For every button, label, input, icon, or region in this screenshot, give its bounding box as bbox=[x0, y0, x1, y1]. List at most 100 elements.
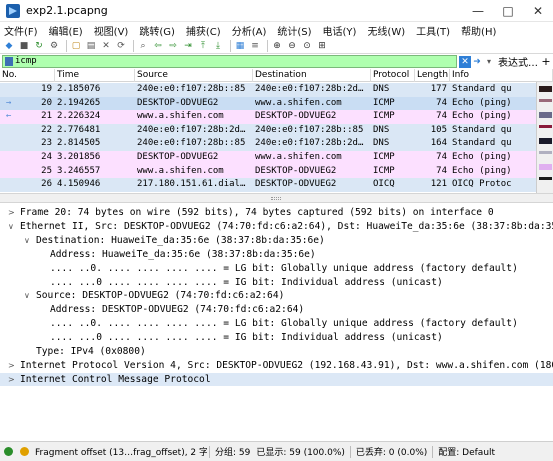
packet-cell-src: DESKTOP-ODVUEG2 bbox=[137, 152, 219, 162]
detail-tree-item[interactable]: .... ...0 .... .... .... .... = IG bit: … bbox=[0, 331, 553, 345]
packet-row[interactable]: 24 3.201856 DESKTOP-ODVUEG2 www.a.shifen.co… bbox=[0, 151, 536, 165]
menu-view[interactable]: 视图(V) bbox=[94, 23, 129, 38]
detail-tree-item[interactable]: ∨ Destination: HuaweiTe_da:35:6e (38:37:8… bbox=[0, 234, 553, 248]
menu-wireless[interactable]: 无线(W) bbox=[367, 23, 405, 38]
expand-arrow-icon[interactable]: > bbox=[8, 373, 15, 387]
column-header-source[interactable]: Source bbox=[135, 69, 253, 82]
status-divider bbox=[432, 445, 434, 458]
menu-edit[interactable]: 编辑(E) bbox=[49, 23, 83, 38]
packet-cell-time: 4.150946 bbox=[57, 179, 101, 190]
packet-cell-dst: DESKTOP-ODVUEG2 bbox=[255, 111, 337, 122]
open-file-icon[interactable]: ▢ bbox=[70, 40, 82, 52]
detail-tree-item[interactable]: ∨ Source: DESKTOP-ODVUEG2 (74:70:fd:c6:a2… bbox=[0, 289, 553, 303]
status-packet-count: 分组: 59 bbox=[215, 448, 251, 458]
find-packet-icon[interactable]: ⌕ bbox=[137, 40, 149, 52]
packet-list[interactable]: No. Time Source Destination Protocol Len… bbox=[0, 69, 553, 193]
minimize-button[interactable]: — bbox=[463, 0, 493, 22]
column-header-no[interactable]: No. bbox=[0, 69, 55, 82]
packet-cell-info: Standard qu bbox=[452, 84, 512, 94]
packet-row[interactable]: 20 2.194265 DESKTOP-ODVUEG2 www.a.shifen.co… bbox=[0, 96, 536, 111]
packet-cell-time: 2.226324 bbox=[57, 111, 101, 122]
menu-telephony[interactable]: 电话(Y) bbox=[323, 23, 357, 38]
stop-icon[interactable]: ■ bbox=[18, 40, 30, 52]
detail-tree-item[interactable]: Address: HuaweiTe_da:35:6e (38:37:8b:da:… bbox=[0, 248, 553, 262]
column-header-info[interactable]: Info bbox=[450, 69, 553, 82]
clear-filter-icon[interactable]: ✕ bbox=[459, 55, 471, 68]
maximize-button[interactable]: □ bbox=[493, 0, 523, 22]
close-button[interactable]: ✕ bbox=[523, 0, 553, 22]
go-back-icon[interactable]: ⇦ bbox=[152, 40, 164, 52]
filter-history-dropdown-icon[interactable]: ▾ bbox=[483, 56, 495, 68]
expand-arrow-icon[interactable]: > bbox=[8, 206, 15, 220]
detail-tree-label: Address: HuaweiTe_da:35:6e (38:37:8b:da:… bbox=[50, 248, 316, 260]
column-header-destination[interactable]: Destination bbox=[253, 69, 371, 82]
first-packet-icon[interactable]: ⤒ bbox=[197, 40, 209, 52]
packet-cell-dst: www.a.shifen.com bbox=[255, 97, 342, 108]
normal-size-icon[interactable]: ⊙ bbox=[301, 40, 313, 52]
packet-cell-src: 240e:e0:f107:28b::85 bbox=[137, 138, 246, 149]
save-file-icon[interactable]: ▤ bbox=[85, 40, 97, 52]
packet-row[interactable]: 19 2.185076 240e:e0:f107:28b::85 240e:e0:f1… bbox=[0, 83, 536, 97]
detail-tree-item[interactable]: Address: DESKTOP-ODVUEG2 (74:70:fd:c6:a2… bbox=[0, 303, 553, 317]
close-file-icon[interactable]: ✕ bbox=[100, 40, 112, 52]
menu-go[interactable]: 跳转(G) bbox=[139, 23, 175, 38]
detail-tree-item[interactable]: .... ...0 .... .... .... .... = IG bit: … bbox=[0, 276, 553, 290]
status-profile[interactable]: 配置: Default bbox=[435, 445, 498, 458]
expand-arrow-icon[interactable]: > bbox=[8, 359, 15, 373]
menu-help[interactable]: 帮助(H) bbox=[461, 23, 496, 38]
detail-tree-item[interactable]: .... ..0. .... .... .... .... = LG bit: … bbox=[0, 317, 553, 331]
reload-icon[interactable]: ⟳ bbox=[115, 40, 127, 52]
pane-splitter[interactable] bbox=[0, 193, 553, 203]
detail-tree-item[interactable]: ∨ Ethernet II, Src: DESKTOP-ODVUEG2 (74:7… bbox=[0, 220, 553, 234]
ready-status-icon[interactable] bbox=[4, 447, 13, 456]
capture-comment-icon[interactable] bbox=[20, 447, 29, 456]
autoscroll-icon[interactable]: ▦ bbox=[234, 40, 246, 52]
detail-tree-item[interactable]: > Internet Control Message Protocol bbox=[0, 372, 553, 387]
minimap-marker bbox=[539, 138, 552, 144]
colorize-icon[interactable]: ≡ bbox=[249, 40, 261, 52]
packet-minimap-scrollbar[interactable] bbox=[536, 82, 553, 193]
packet-cell-len: 74 bbox=[436, 111, 447, 122]
packet-row[interactable]: 21 2.226324 www.a.shifen.com DESKTOP-ODVUEG… bbox=[0, 110, 536, 124]
minimap-marker bbox=[539, 177, 552, 180]
menu-file[interactable]: 文件(F) bbox=[4, 23, 38, 38]
add-filter-button[interactable]: + bbox=[541, 55, 551, 68]
zoom-in-icon[interactable]: ⊕ bbox=[271, 40, 283, 52]
packet-row[interactable]: 22 2.776481 240e:e0:f107:28b:2d… 240e:e0:f1… bbox=[0, 123, 536, 138]
detail-tree-label: Destination: HuaweiTe_da:35:6e (38:37:8b… bbox=[36, 234, 325, 246]
menu-tools[interactable]: 工具(T) bbox=[416, 23, 450, 38]
packet-row[interactable]: 26 4.150946 217.180.151.61.dial… DESKTOP-OD… bbox=[0, 178, 536, 192]
column-header-length[interactable]: Length bbox=[415, 69, 450, 82]
detail-tree-item[interactable]: Type: IPv4 (0x0800) bbox=[0, 345, 553, 359]
packet-cell-proto: DNS bbox=[373, 84, 390, 94]
menu-analyze[interactable]: 分析(A) bbox=[232, 23, 267, 38]
zoom-out-icon[interactable]: ⊖ bbox=[286, 40, 298, 52]
last-packet-icon[interactable]: ⤓ bbox=[212, 40, 224, 52]
expression-button[interactable]: 表达式… bbox=[498, 54, 538, 69]
collapse-arrow-icon[interactable]: ∨ bbox=[8, 220, 14, 234]
packet-cell-time: 2.185076 bbox=[57, 84, 101, 94]
options-gear-icon[interactable]: ⚙ bbox=[48, 40, 60, 52]
column-header-protocol[interactable]: Protocol bbox=[371, 69, 415, 82]
packet-details-pane[interactable]: > Frame 20: 74 bytes on wire (592 bits), … bbox=[0, 204, 553, 437]
display-filter-input[interactable]: icmp bbox=[2, 55, 457, 68]
toolbar-separator bbox=[66, 39, 67, 52]
column-header-time[interactable]: Time bbox=[55, 69, 135, 82]
packet-row[interactable]: 23 2.814505 240e:e0:f107:28b::85 240e:e0:f1… bbox=[0, 137, 536, 151]
collapse-arrow-icon[interactable]: ∨ bbox=[24, 289, 30, 303]
detail-tree-item[interactable]: > Internet Protocol Version 4, Src: DESKT… bbox=[0, 359, 553, 373]
detail-tree-item[interactable]: > Frame 20: 74 bytes on wire (592 bits), … bbox=[0, 206, 553, 220]
menu-statistics[interactable]: 统计(S) bbox=[277, 23, 311, 38]
resize-columns-icon[interactable]: ⊞ bbox=[316, 40, 328, 52]
detail-tree-item[interactable]: .... ..0. .... .... .... .... = LG bit: … bbox=[0, 262, 553, 276]
go-forward-icon[interactable]: ⇨ bbox=[167, 40, 179, 52]
shark-fin-icon[interactable]: ◆ bbox=[3, 40, 15, 52]
bookmark-icon[interactable] bbox=[5, 57, 13, 66]
packet-cell-src: www.a.shifen.com bbox=[137, 165, 224, 176]
restart-icon[interactable]: ↻ bbox=[33, 40, 45, 52]
apply-filter-icon[interactable]: ➜ bbox=[471, 56, 483, 68]
go-to-packet-icon[interactable]: ⇥ bbox=[182, 40, 194, 52]
packet-row[interactable]: 25 3.246557 www.a.shifen.com DESKTOP-ODVUEG… bbox=[0, 164, 536, 179]
collapse-arrow-icon[interactable]: ∨ bbox=[24, 234, 30, 248]
menu-capture[interactable]: 捕获(C) bbox=[186, 23, 221, 38]
